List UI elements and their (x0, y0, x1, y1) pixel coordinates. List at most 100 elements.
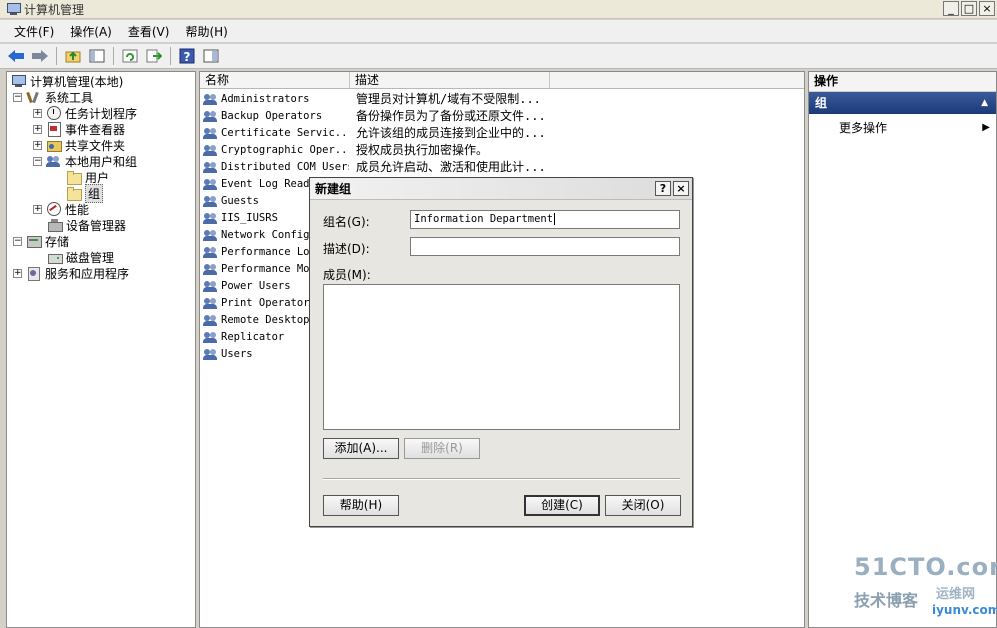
tree-item-shared-folders[interactable]: + 共享文件夹 (33, 137, 125, 153)
computer-icon (11, 74, 27, 88)
table-row[interactable]: Backup Operators 备份操作员为了备份或还原文件... (203, 107, 803, 124)
group-icon (203, 245, 219, 259)
toolbar-separator (170, 47, 171, 65)
group-name-cell: Backup Operators (221, 109, 323, 122)
group-description-cell: 允许该组的成员连接到企业中的... (356, 126, 546, 140)
shared-folder-icon (46, 138, 62, 152)
group-icon (203, 330, 219, 344)
tree-label: 共享文件夹 (65, 138, 126, 153)
group-icon (203, 160, 219, 174)
group-icon (203, 109, 219, 123)
actions-header: 操作 (809, 72, 996, 92)
tree-label: 磁盘管理 (66, 250, 115, 265)
refresh-icon[interactable] (120, 46, 140, 66)
group-name-cell: Cryptographic Oper... (221, 143, 349, 156)
group-icon (203, 211, 219, 225)
tree-item-system-tools[interactable]: − 系统工具 (13, 89, 93, 105)
dialog-title-bar: 新建组 ? × (310, 178, 692, 200)
event-log-icon (46, 122, 62, 137)
tree-label: 服务和应用程序 (45, 266, 130, 281)
menu-action[interactable]: 操作(A) (62, 23, 120, 40)
group-description-cell: 备份操作员为了备份或还原文件... (356, 109, 546, 123)
collapse-icon[interactable]: − (13, 236, 22, 246)
tree-item-root[interactable]: 计算机管理(本地) (11, 73, 123, 89)
expand-icon[interactable]: + (33, 140, 42, 150)
maximize-button[interactable]: □ (961, 1, 977, 16)
expand-icon[interactable]: + (33, 204, 42, 214)
column-header-description[interactable]: 描述 (350, 72, 550, 89)
window-controls: _ □ × (943, 1, 995, 16)
close-window-button[interactable]: × (979, 1, 995, 16)
tree-item-groups[interactable]: 组 (66, 183, 104, 203)
expand-icon[interactable]: + (13, 268, 22, 278)
minimize-button[interactable]: _ (943, 1, 959, 16)
tree-label: 性能 (65, 202, 90, 217)
clock-icon (46, 106, 62, 120)
tree-item-task-scheduler[interactable]: + 任务计划程序 (33, 105, 137, 121)
table-row[interactable]: Cryptographic Oper... 授权成员执行加密操作。 (203, 141, 803, 158)
tree-item-disk-management[interactable]: 磁盘管理 (47, 249, 114, 265)
dialog-help-button[interactable]: ? (655, 181, 671, 196)
group-icon (203, 177, 219, 191)
actions-section-groups[interactable]: 组 ▲ (809, 92, 996, 114)
submenu-arrow-icon: ▶ (982, 122, 990, 133)
tree-item-storage[interactable]: − 存储 (13, 233, 69, 249)
tree-label: 事件查看器 (65, 122, 126, 137)
column-header-name[interactable]: 名称 (200, 72, 350, 89)
forward-icon[interactable] (30, 46, 50, 66)
remove-member-button[interactable]: 删除(R) (404, 438, 480, 459)
expand-icon[interactable]: + (33, 124, 42, 134)
close-dialog-button[interactable]: 关闭(O) (605, 495, 681, 516)
window-title: 计算机管理 (24, 2, 85, 17)
tree-item-services-apps[interactable]: + 服务和应用程序 (13, 265, 129, 281)
expand-icon[interactable]: + (33, 108, 42, 118)
dialog-separator (323, 478, 680, 480)
table-row[interactable]: Distributed COM Users 成员允许启动、激活和使用此计... (203, 158, 803, 175)
disk-icon (47, 250, 63, 264)
group-icon (203, 228, 219, 242)
menu-help[interactable]: 帮助(H) (177, 23, 235, 40)
show-hide-tree-icon[interactable] (87, 46, 107, 66)
description-input[interactable] (410, 237, 680, 256)
tree-label: 系统工具 (45, 90, 94, 105)
tools-icon (26, 90, 42, 104)
create-button[interactable]: 创建(C) (524, 495, 600, 516)
menu-file[interactable]: 文件(F) (6, 23, 62, 40)
group-icon (203, 262, 219, 276)
collapse-up-icon[interactable]: ▲ (981, 92, 988, 114)
text-cursor (554, 213, 556, 225)
members-label: 成员(M): (323, 268, 371, 282)
tree-item-event-viewer[interactable]: + 事件查看器 (33, 121, 125, 137)
back-icon[interactable] (6, 46, 26, 66)
tree-label: 计算机管理(本地) (30, 74, 124, 89)
help-icon[interactable]: ? (177, 46, 197, 66)
collapse-icon[interactable]: − (13, 92, 22, 102)
group-name-input[interactable]: Information Department (410, 210, 680, 229)
more-actions-item[interactable]: 更多操作 ▶ (809, 118, 996, 138)
device-manager-icon (47, 218, 63, 232)
group-icon (203, 347, 219, 361)
toolbar: ? (0, 43, 997, 69)
collapse-icon[interactable]: − (33, 156, 42, 166)
properties-pane-icon[interactable] (201, 46, 221, 66)
table-row[interactable]: Certificate Servic... 允许该组的成员连接到企业中的... (203, 124, 803, 141)
up-folder-icon[interactable] (63, 46, 83, 66)
actions-section-label: 组 (815, 96, 828, 110)
tree-item-performance[interactable]: + 性能 (33, 201, 89, 217)
watermark-sub2: 运维网 (936, 587, 976, 602)
help-button[interactable]: 帮助(H) (323, 495, 399, 516)
group-icon (203, 279, 219, 293)
computer-management-icon (6, 2, 21, 16)
export-list-icon[interactable] (144, 46, 164, 66)
actions-pane: 操作 组 ▲ 更多操作 ▶ (808, 71, 997, 628)
menu-view[interactable]: 查看(V) (120, 23, 178, 40)
watermark-sub: 技术博客 (854, 591, 919, 610)
tree-item-device-manager[interactable]: 设备管理器 (47, 217, 126, 233)
dialog-close-button[interactable]: × (673, 181, 689, 196)
tree-item-local-users-groups[interactable]: − 本地用户和组 (33, 153, 137, 169)
add-member-button[interactable]: 添加(A)... (323, 438, 399, 459)
table-row[interactable]: Administrators 管理员对计算机/域有不受限制... (203, 90, 803, 107)
members-list[interactable] (323, 284, 680, 430)
group-icon (203, 92, 219, 106)
group-name-label: 组名(G): (323, 215, 370, 229)
